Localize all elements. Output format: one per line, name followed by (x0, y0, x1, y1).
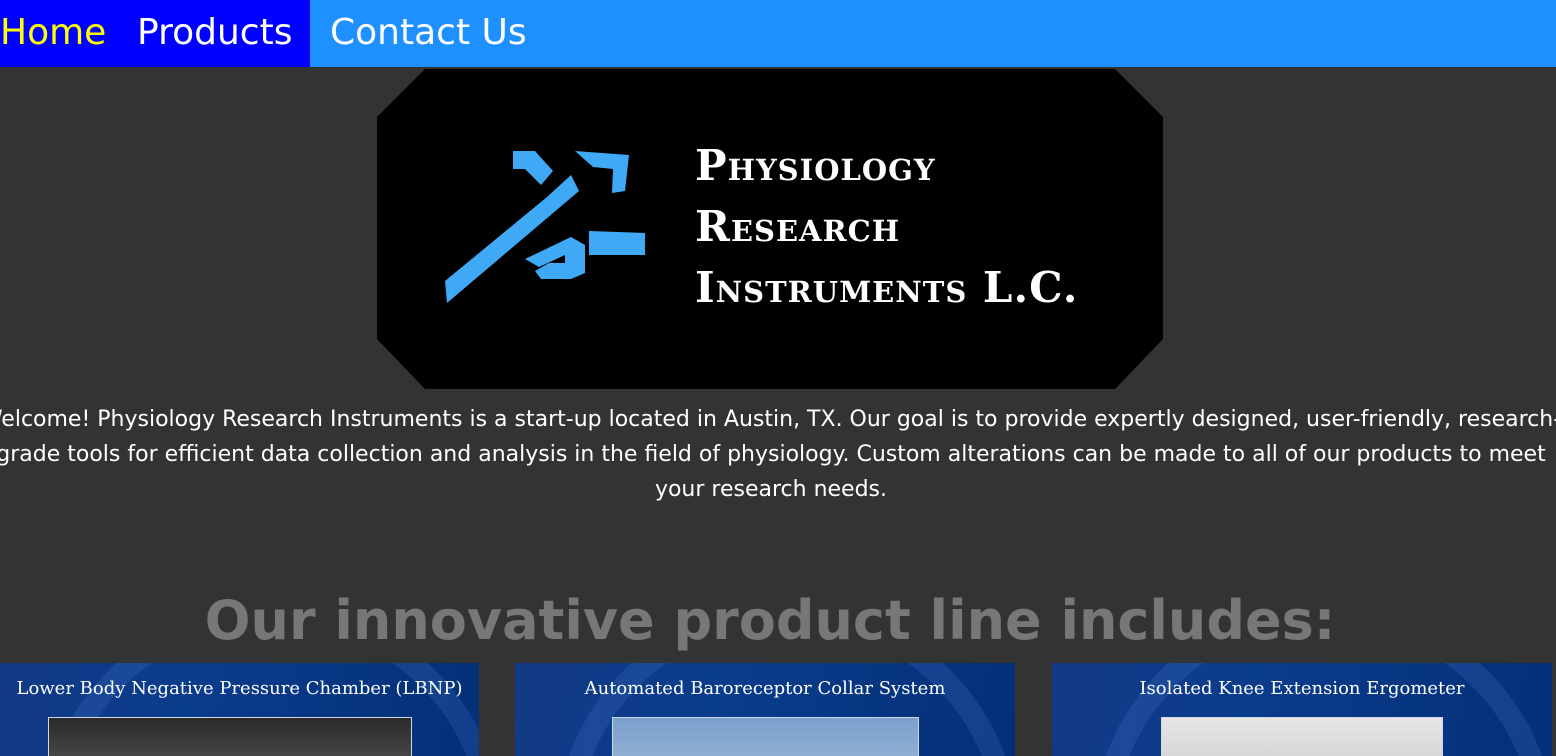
product-card-title[interactable]: Isolated Knee Extension Ergometer (1052, 677, 1552, 701)
logo-line-2: Research (695, 202, 901, 251)
nav-products-link[interactable]: Products (137, 10, 292, 56)
product-card-baroreceptor[interactable]: Automated Baroreceptor Collar System (515, 663, 1015, 756)
product-line-heading: Our innovative product line includes: (204, 589, 1336, 652)
welcome-paragraph: Welcome! Physiology Research Instruments… (0, 407, 1556, 502)
product-image[interactable] (612, 717, 919, 756)
company-logo: Physiology Research Instruments L.C. (375, 67, 1165, 391)
logo-line-3: Instruments L.C. (695, 263, 1079, 312)
nav-contact-link[interactable]: Contact Us (330, 10, 527, 56)
top-nav-bar: Home Products Contact Us (0, 0, 1556, 67)
product-image[interactable] (48, 717, 412, 756)
product-card-title[interactable]: Automated Baroreceptor Collar System (515, 677, 1015, 701)
logo-line-1: Physiology (695, 141, 936, 190)
nav-home-link[interactable]: Home (0, 10, 106, 56)
product-card-knee-ergometer[interactable]: Isolated Knee Extension Ergometer (1052, 663, 1552, 756)
product-card-title[interactable]: Lower Body Negative Pressure Chamber (LB… (0, 677, 479, 701)
product-card-lbnp[interactable]: Lower Body Negative Pressure Chamber (LB… (0, 663, 479, 756)
product-image[interactable] (1161, 717, 1443, 756)
